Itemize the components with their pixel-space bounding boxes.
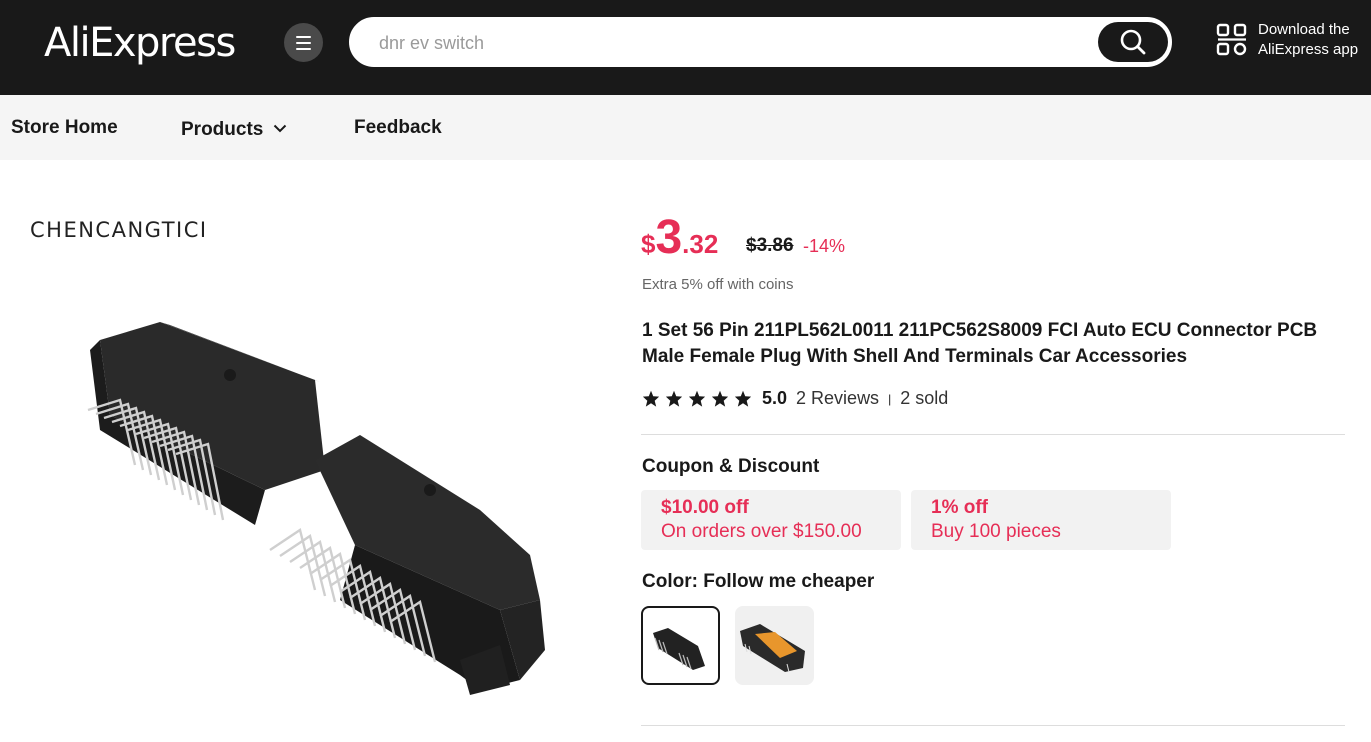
star-icon <box>642 390 660 407</box>
reviews-link[interactable]: 2 Reviews <box>796 388 879 409</box>
coupon-desc: On orders over $150.00 <box>661 521 862 542</box>
coupon-card[interactable]: 1% off Buy 100 pieces <box>911 490 1171 550</box>
coupon-card[interactable]: $10.00 off On orders over $150.00 <box>641 490 901 550</box>
price-decimal: .32 <box>682 229 719 259</box>
qr-code-icon <box>1216 23 1247 56</box>
nav-store-home[interactable]: Store Home <box>11 115 118 141</box>
nav-products[interactable]: Products <box>181 115 287 143</box>
rating-row: 5.0 2 Reviews | 2 sold <box>642 388 948 409</box>
star-rating <box>642 390 752 407</box>
price-currency: $ <box>641 229 656 259</box>
search-input[interactable] <box>379 29 1079 57</box>
connector-drawing <box>87 322 545 695</box>
star-icon <box>734 390 752 407</box>
sold-count: 2 sold <box>900 388 949 408</box>
color-heading: Color: Follow me cheaper <box>642 571 875 592</box>
divider <box>641 725 1345 726</box>
price-integer: 3 <box>655 211 683 264</box>
menu-button[interactable] <box>284 23 323 62</box>
rating-score: 5.0 <box>762 388 788 408</box>
top-header: AliExpress Download the AliExpress app <box>0 0 1371 95</box>
coupon-title: $10.00 off <box>661 497 749 518</box>
coupon-desc: Buy 100 pieces <box>931 521 1061 542</box>
color-swatch[interactable] <box>735 606 814 685</box>
store-nav: Store Home Products Feedback <box>0 95 1371 160</box>
star-icon <box>665 390 683 407</box>
separator: | <box>888 391 892 406</box>
download-app-link[interactable]: Download the AliExpress app <box>1216 20 1358 60</box>
nav-products-label: Products <box>181 119 264 140</box>
color-swatch-selected[interactable] <box>641 606 720 685</box>
divider <box>641 434 1345 435</box>
download-app-line2: AliExpress app <box>1258 41 1359 58</box>
sale-price: $3.32 <box>641 208 718 279</box>
brand-watermark: CHENCANGTICI <box>30 218 208 242</box>
discount-percent: -14% <box>803 236 846 256</box>
product-title: 1 Set 56 Pin 211PL562L0011 211PC562S8009… <box>642 320 1318 367</box>
download-app-line1: Download the <box>1258 21 1350 38</box>
search-icon <box>1120 29 1146 55</box>
search-button[interactable] <box>1098 22 1168 62</box>
swatch-thumbnail <box>740 624 805 673</box>
swatch-thumbnail <box>653 628 705 670</box>
star-icon <box>711 390 729 407</box>
chevron-down-icon <box>273 115 287 141</box>
coupon-heading: Coupon & Discount <box>642 456 820 477</box>
aliexpress-logo[interactable]: AliExpress <box>44 18 236 68</box>
original-price: $3.86 <box>746 235 794 256</box>
coins-note: Extra 5% off with coins <box>642 276 794 293</box>
product-image[interactable] <box>60 300 560 720</box>
search-bar <box>349 17 1172 67</box>
star-icon <box>688 390 706 407</box>
nav-feedback[interactable]: Feedback <box>354 115 442 141</box>
hamburger-icon <box>296 35 311 38</box>
coupon-title: 1% off <box>931 497 988 518</box>
